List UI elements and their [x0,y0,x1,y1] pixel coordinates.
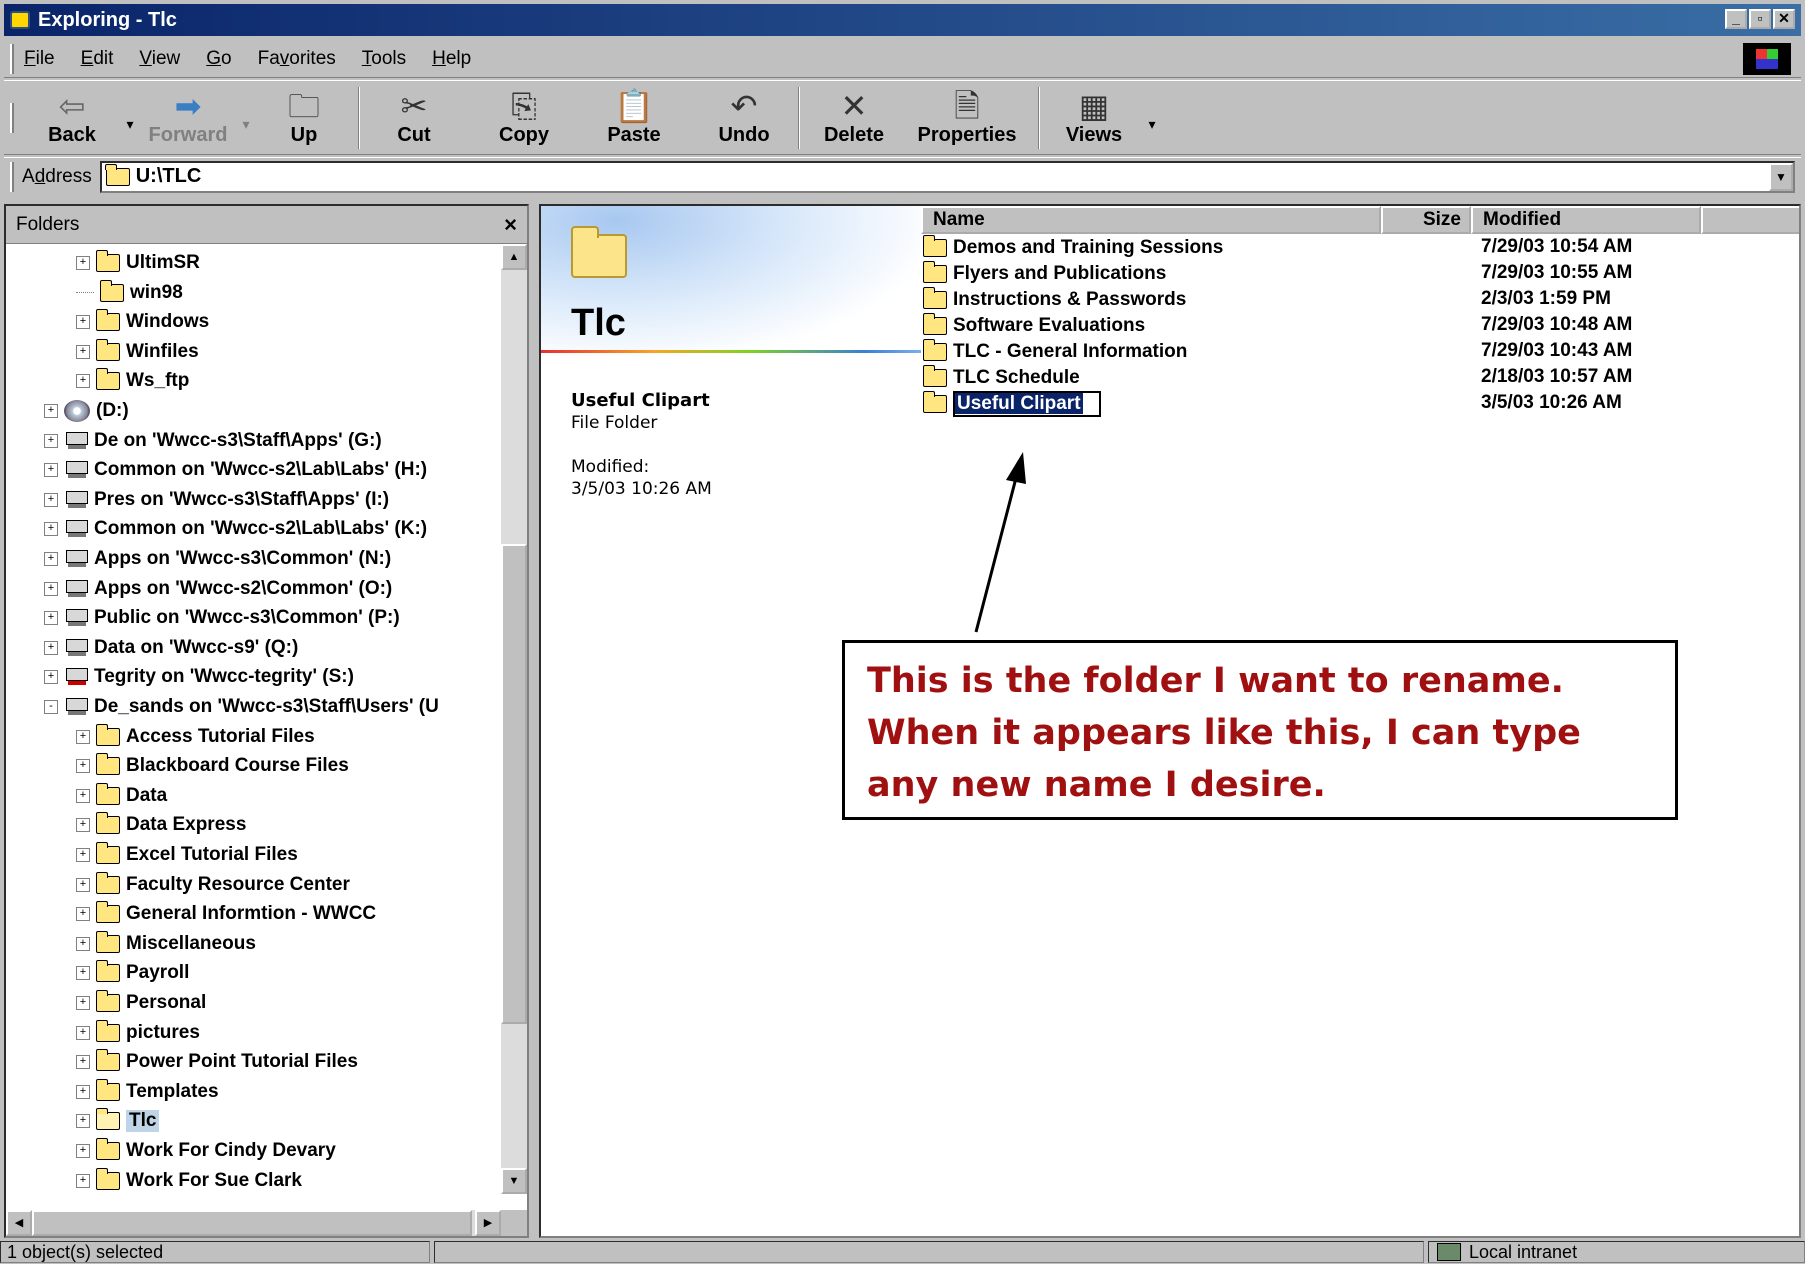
local-intranet-icon [1437,1243,1461,1261]
status-middle [434,1241,1424,1263]
status-zone: Local intranet [1428,1241,1805,1263]
annotation-callout: This is the folder I want to rename. Whe… [842,640,1678,820]
explorer-window: Exploring - Tlc _ ▫ ✕ File Edit View Go … [0,0,1805,1264]
zone-label: Local intranet [1469,1241,1578,1262]
status-text: 1 object(s) selected [0,1241,430,1263]
status-bar: 1 object(s) selected Local intranet [0,1240,1805,1264]
annotation-arrow [974,452,1026,633]
